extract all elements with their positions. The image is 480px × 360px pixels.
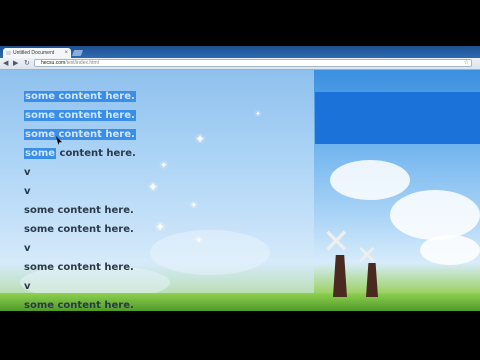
content-line: some content here.: [24, 129, 136, 148]
tab-untitled-document[interactable]: Untitled Document ×: [3, 48, 71, 58]
url-text: hecsu.com/test/index.html: [41, 60, 99, 67]
url-path: /test/index.html: [65, 60, 99, 66]
sparkle-icon: ✦: [160, 160, 168, 170]
windmill-blades-icon: ✕: [356, 240, 378, 270]
content-line: some content here.: [24, 205, 134, 216]
windmill-blades-icon: ✕: [322, 223, 351, 261]
content-line: some content here.: [24, 300, 134, 311]
selected-text: some content here.: [24, 110, 136, 121]
sparkle-icon: ✦: [255, 111, 261, 118]
selected-text: some content here.: [24, 91, 136, 102]
selected-text: some content here.: [24, 129, 136, 140]
new-tab-button[interactable]: [71, 50, 84, 56]
selected-text: some: [24, 148, 57, 159]
content-line: some content here.: [24, 110, 136, 129]
windmill: [333, 255, 347, 297]
sparkle-icon: ✦: [190, 200, 198, 210]
bookmark-star-icon[interactable]: ☆: [464, 59, 469, 66]
unselected-text: content here.: [56, 148, 136, 159]
sparkle-icon: ✦: [148, 180, 159, 194]
content-list: some content here. some content here. some…: [24, 91, 136, 311]
content-line: v: [24, 186, 31, 197]
sparkle-icon: ✦: [155, 220, 166, 234]
tab-strip: Untitled Document ×: [0, 46, 480, 58]
back-icon[interactable]: ◀: [3, 59, 8, 68]
content-line: v: [24, 243, 31, 254]
page-favicon-icon: [6, 51, 11, 55]
url-host: hecsu.com: [41, 60, 66, 66]
cloud: [420, 235, 480, 265]
content-line: some content here.: [24, 148, 136, 167]
reload-icon[interactable]: ↻: [24, 59, 30, 68]
sky-band: [315, 92, 480, 144]
close-tab-icon[interactable]: ×: [64, 48, 68, 58]
address-bar[interactable]: hecsu.com/test/index.html ☆: [34, 59, 472, 67]
sparkle-icon: ✦: [195, 132, 206, 146]
browser-window: Untitled Document × ◀ ▶ ↻ hecsu.com/test…: [0, 46, 480, 311]
toolbar: ◀ ▶ ↻ hecsu.com/test/index.html ☆: [0, 58, 480, 70]
content-line: some content here.: [24, 224, 134, 235]
cloud: [390, 190, 480, 240]
sparkle-icon: ✦: [195, 235, 203, 245]
page-viewport: ✦ ✦ ✦ ✦ ✦ ✦ ✦ ✕ ✕ some content here. some…: [0, 70, 480, 311]
content-line: v: [24, 167, 31, 178]
cloud: [330, 160, 410, 200]
content-line: v: [24, 281, 31, 292]
content-line: some content here.: [24, 262, 134, 273]
tab-title: Untitled Document: [13, 50, 55, 56]
forward-icon[interactable]: ▶: [13, 59, 18, 68]
content-line: some content here.: [24, 91, 136, 110]
